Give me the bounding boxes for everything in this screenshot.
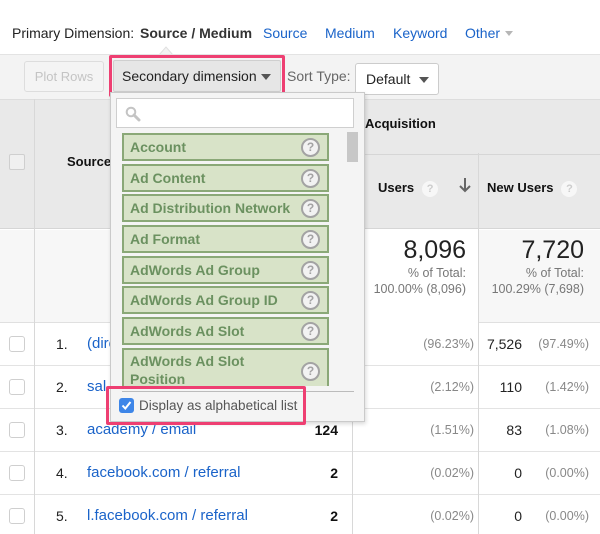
- totals-users-pct-label: % of Total:: [407, 266, 466, 280]
- dimension-list-scrollbar[interactable]: [347, 132, 358, 162]
- select-all-checkbox[interactable]: [9, 154, 25, 170]
- primary-dimension-bar: Primary Dimension: Source / Medium Sourc…: [0, 0, 600, 55]
- row-new-users-pct: (1.08%): [545, 423, 589, 437]
- primary-dimension-other-dropdown[interactable]: Other: [465, 25, 514, 41]
- help-icon[interactable]: ?: [301, 322, 320, 342]
- dimension-item-label: Account: [130, 139, 186, 155]
- dimension-item-adwords-ad-group[interactable]: AdWords Ad Group?: [122, 255, 329, 284]
- table-row: 5. l.facebook.com / referral 2 (0.02%) 0…: [0, 495, 600, 534]
- secondary-dimension-dropdown: Account? Ad Content? Ad Distribution Net…: [110, 92, 365, 422]
- dimension-item-adwords-ad-slot-position[interactable]: AdWords Ad Slot Position?: [122, 347, 329, 386]
- primary-dimension-keyword-link[interactable]: Keyword: [393, 25, 447, 41]
- dimension-item-ad-content[interactable]: Ad Content?: [122, 163, 329, 192]
- chevron-down-icon: [505, 30, 514, 36]
- row-source-link[interactable]: sal: [87, 378, 106, 395]
- column-divider: [34, 99, 35, 534]
- dimension-item-adwords-ad-group-id[interactable]: AdWords Ad Group ID?: [122, 286, 329, 315]
- header-acquisition: Acquisition: [365, 116, 436, 131]
- help-icon[interactable]: ?: [301, 361, 320, 381]
- totals-users-value: 8,096: [403, 236, 466, 264]
- row-new-users: 0: [514, 465, 522, 481]
- totals-new-users-pct-detail: 100.29% (7,698): [491, 282, 584, 296]
- primary-dimension-source-link[interactable]: Source: [263, 25, 307, 41]
- sort-type-select[interactable]: Default: [355, 63, 439, 95]
- column-divider: [478, 153, 479, 534]
- help-icon[interactable]: ?: [301, 230, 320, 250]
- header-users[interactable]: Users?: [378, 180, 439, 197]
- primary-dimension-selected: Source / Medium: [140, 25, 253, 41]
- row-new-users-pct: (1.42%): [545, 380, 589, 394]
- dimension-item-adwords-ad-slot[interactable]: AdWords Ad Slot?: [122, 317, 329, 346]
- help-icon[interactable]: ?: [301, 291, 320, 311]
- row-checkbox[interactable]: [9, 465, 25, 481]
- row-new-users: 7,526: [486, 336, 522, 352]
- row-checkbox[interactable]: [9, 379, 25, 395]
- row-index: 5.: [56, 508, 68, 524]
- row-new-users: 83: [506, 422, 522, 438]
- highlight-box: [106, 386, 306, 425]
- row-checkbox[interactable]: [9, 508, 25, 524]
- search-icon: [125, 106, 141, 122]
- help-icon[interactable]: ?: [301, 199, 320, 219]
- totals-new-users-value: 7,720: [521, 236, 584, 264]
- dimension-item-account[interactable]: Account?: [122, 133, 329, 161]
- row-index: 4.: [56, 465, 68, 481]
- dimension-list: Account? Ad Content? Ad Distribution Net…: [122, 133, 329, 386]
- row-source-link[interactable]: l.facebook.com / referral: [87, 507, 248, 524]
- row-new-users-pct: (97.49%): [538, 337, 589, 351]
- row-index: 1.: [56, 336, 68, 352]
- row-users: 124: [314, 422, 338, 438]
- header-new-users[interactable]: New Users?: [487, 180, 578, 197]
- row-index: 2.: [56, 379, 68, 395]
- totals-users: 8,096 % of Total: 100.00% (8,096): [352, 230, 478, 323]
- row-new-users: 0: [514, 508, 522, 524]
- primary-dimension-label: Primary Dimension:: [12, 25, 135, 41]
- row-users-pct: (1.51%): [430, 423, 474, 437]
- dimension-item-label: Ad Format: [130, 231, 200, 248]
- row-checkbox[interactable]: [9, 422, 25, 438]
- highlight-box: [109, 55, 285, 97]
- divider: [352, 154, 600, 155]
- table-row: 4. facebook.com / referral 2 (0.02%) 0 (…: [0, 452, 600, 495]
- header-new-users-label: New Users: [487, 180, 554, 195]
- help-icon[interactable]: ?: [301, 138, 320, 157]
- row-users-pct: (2.12%): [430, 380, 474, 394]
- sort-type-value: Default: [366, 71, 411, 87]
- help-icon[interactable]: ?: [561, 180, 578, 197]
- dimension-item-ad-distribution-network[interactable]: Ad Distribution Network?: [122, 194, 329, 223]
- help-icon[interactable]: ?: [301, 168, 320, 188]
- primary-dimension-medium-link[interactable]: Medium: [325, 25, 375, 41]
- row-users: 2: [330, 465, 338, 481]
- totals-users-pct-detail: 100.00% (8,096): [373, 282, 466, 296]
- header-source: Source: [67, 154, 112, 169]
- plot-rows-button[interactable]: Plot Rows: [24, 61, 104, 92]
- dimension-item-label: AdWords Ad Group ID: [130, 292, 278, 309]
- dimension-item-label: AdWords Ad Slot: [130, 323, 245, 340]
- row-users-pct: (0.02%): [430, 509, 474, 523]
- dimension-item-ad-format[interactable]: Ad Format?: [122, 225, 329, 254]
- row-new-users: 110: [499, 379, 522, 395]
- dimension-item-label: Ad Distribution Network: [130, 200, 291, 217]
- row-users-pct: (96.23%): [423, 337, 474, 351]
- row-users-pct: (0.02%): [430, 466, 474, 480]
- other-label: Other: [465, 25, 501, 41]
- help-icon[interactable]: ?: [301, 260, 320, 280]
- row-new-users-pct: (0.00%): [545, 509, 589, 523]
- dimension-item-label: AdWords Ad Group: [130, 261, 260, 278]
- sort-type-label: Sort Type:: [287, 68, 351, 84]
- row-users: 2: [330, 508, 338, 524]
- row-source-link[interactable]: facebook.com / referral: [87, 464, 240, 481]
- sort-descending-icon[interactable]: [458, 176, 472, 194]
- totals-new-users: 7,720 % of Total: 100.29% (7,698): [478, 230, 600, 323]
- row-checkbox[interactable]: [9, 336, 25, 352]
- help-icon[interactable]: ?: [422, 180, 439, 197]
- dimension-item-label: AdWords Ad Slot Position: [130, 352, 245, 386]
- chevron-down-icon: [419, 77, 429, 83]
- header-users-label: Users: [378, 180, 415, 195]
- row-index: 3.: [56, 422, 68, 438]
- row-new-users-pct: (0.00%): [545, 466, 589, 480]
- dimension-item-label: Ad Content: [130, 169, 206, 186]
- totals-new-users-pct-label: % of Total:: [525, 266, 584, 280]
- dimension-search-input[interactable]: [116, 98, 354, 128]
